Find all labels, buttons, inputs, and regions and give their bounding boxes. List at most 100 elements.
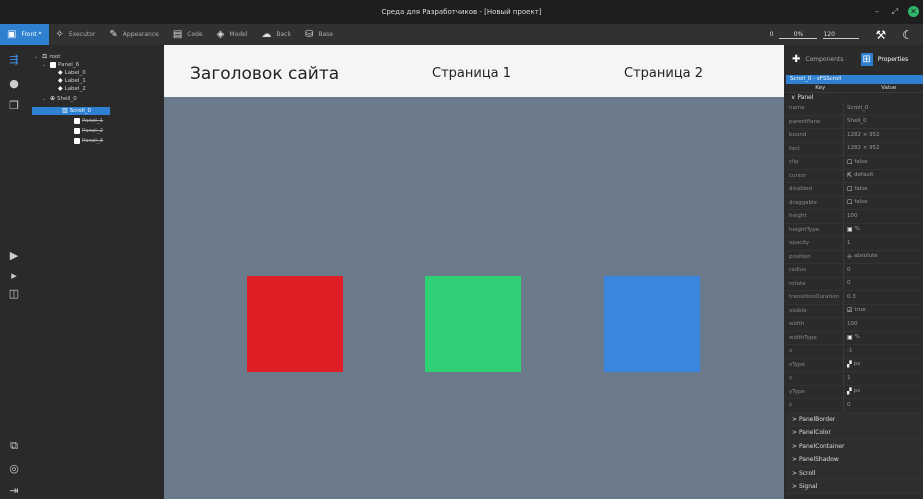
property-row[interactable]: transitionDuration 0.3 bbox=[786, 291, 923, 305]
property-row[interactable]: heightType ▣% bbox=[786, 223, 923, 237]
property-row[interactable]: position ⊹ absolute bbox=[786, 250, 923, 264]
site-header[interactable]: Заголовок сайта Страница 1 Страница 2 bbox=[164, 45, 784, 97]
property-value[interactable]: 0 bbox=[844, 278, 923, 291]
property-row[interactable]: yType ▞ px bbox=[786, 385, 923, 399]
nav-link-page-2[interactable]: Страница 2 bbox=[624, 66, 703, 81]
property-row[interactable]: disabled ☐ false bbox=[786, 183, 923, 197]
root-icon: ⚖ bbox=[42, 53, 48, 60]
red-panel[interactable] bbox=[247, 276, 343, 372]
tree-node-scroll-0[interactable]: ⌄ ▥ Scroll_0 bbox=[32, 107, 110, 115]
property-row[interactable]: fact 1282 × 952 bbox=[786, 142, 923, 156]
property-value-icon: ▣ bbox=[847, 226, 853, 233]
property-row[interactable]: widthType ▣% bbox=[786, 331, 923, 345]
property-row[interactable]: height 100 bbox=[786, 210, 923, 224]
tree-node-shell-0[interactable]: ⌄ ⊕ Shell_0 bbox=[42, 95, 77, 103]
property-value[interactable]: ⇱ default bbox=[844, 170, 923, 183]
property-value[interactable]: 1282 × 952 bbox=[844, 143, 923, 156]
zoom-max-field[interactable]: 120 bbox=[823, 31, 860, 39]
tab-executor[interactable]: ✧ Executor bbox=[49, 24, 103, 45]
property-value[interactable]: ☑ true bbox=[844, 305, 923, 318]
maximize-icon[interactable]: ⤢ bbox=[890, 7, 900, 17]
property-value[interactable]: Scroll_0 bbox=[844, 102, 923, 115]
play-step-icon[interactable]: ▸ bbox=[8, 270, 20, 282]
tree-node-label-2[interactable]: ◆ Label_2 bbox=[58, 85, 86, 93]
property-row[interactable]: bound 1282 × 952 bbox=[786, 129, 923, 143]
section-panelcolor[interactable]: > PanelColor bbox=[786, 426, 923, 440]
tab-properties[interactable]: ⊞ Properties bbox=[855, 45, 923, 73]
tab-components[interactable]: ✚ Components bbox=[786, 45, 855, 73]
property-row[interactable]: clip ☐ false bbox=[786, 156, 923, 170]
property-value[interactable]: 1 bbox=[844, 372, 923, 385]
tree-node-panel-1[interactable]: Panel_1 bbox=[74, 117, 103, 125]
user-icon[interactable]: ● bbox=[8, 78, 20, 90]
property-value[interactable]: ▞ px bbox=[844, 359, 923, 372]
tree-view-icon[interactable]: ⇶ bbox=[8, 54, 20, 66]
property-value[interactable]: Shell_0 bbox=[844, 116, 923, 129]
section-panelshadow[interactable]: > PanelShadow bbox=[786, 453, 923, 467]
property-value[interactable]: ☐ false bbox=[844, 183, 923, 196]
tab-code[interactable]: ▤ Code bbox=[166, 24, 210, 45]
property-row[interactable]: z0 bbox=[786, 399, 923, 413]
property-row[interactable]: y1 bbox=[786, 372, 923, 386]
exit-icon[interactable]: ⇥ bbox=[8, 485, 20, 497]
blue-panel[interactable] bbox=[604, 276, 700, 372]
property-value[interactable]: ▞ px bbox=[844, 386, 923, 399]
tree-node-label-1[interactable]: ◆ Label_1 bbox=[58, 77, 86, 85]
property-row[interactable]: name Scroll_0 bbox=[786, 102, 923, 116]
property-row[interactable]: radius 0 bbox=[786, 264, 923, 278]
tab-appearance[interactable]: ✎ Appearance bbox=[102, 24, 165, 45]
tab-base[interactable]: ⛁ Base bbox=[298, 24, 340, 45]
tree-node-label-0[interactable]: ◆ Label_0 bbox=[58, 69, 86, 77]
tree-node-root[interactable]: ⌄ ⚖ root bbox=[34, 53, 60, 61]
tab-back[interactable]: ☁ Back bbox=[254, 24, 298, 45]
property-row[interactable]: x -1 bbox=[786, 345, 923, 359]
zoom-slider[interactable]: 0% bbox=[779, 31, 818, 39]
moon-icon[interactable]: ☾ bbox=[902, 28, 913, 42]
property-row[interactable]: parentPane Shell_0 bbox=[786, 115, 923, 129]
property-value[interactable]: ☐ false bbox=[844, 156, 923, 169]
property-value[interactable]: 1282 × 952 bbox=[844, 129, 923, 142]
section-signal[interactable]: > Signal bbox=[786, 480, 923, 494]
property-row[interactable]: xType ▞ px bbox=[786, 358, 923, 372]
play-icon[interactable]: ▶ bbox=[8, 250, 20, 262]
copy-icon[interactable]: ❐ bbox=[8, 100, 20, 112]
section-panelcontainer[interactable]: > PanelContainer bbox=[786, 439, 923, 453]
property-value[interactable]: 1 bbox=[844, 237, 923, 250]
site-title[interactable]: Заголовок сайта bbox=[190, 64, 339, 84]
eye-icon[interactable]: ◎ bbox=[8, 463, 20, 475]
property-row[interactable]: cursor ⇱ default bbox=[786, 169, 923, 183]
design-canvas[interactable]: Заголовок сайта Страница 1 Страница 2 bbox=[164, 45, 784, 499]
nav-link-page-1[interactable]: Страница 1 bbox=[432, 66, 511, 81]
property-row[interactable]: draggable ☐ false bbox=[786, 196, 923, 210]
tools-icon[interactable]: ⚒ bbox=[875, 28, 886, 42]
property-key: x bbox=[786, 345, 844, 358]
tab-model[interactable]: ◈ Model bbox=[210, 24, 255, 45]
property-value-text: Scroll_0 bbox=[847, 104, 869, 111]
property-row[interactable]: visible ☑ true bbox=[786, 304, 923, 318]
property-value[interactable]: ▣% bbox=[844, 332, 923, 345]
property-value[interactable]: 100 bbox=[844, 210, 923, 223]
property-value[interactable]: ▣% bbox=[844, 224, 923, 237]
minimize-icon[interactable]: – bbox=[872, 7, 882, 17]
green-panel[interactable] bbox=[425, 276, 521, 372]
property-value[interactable]: 0 bbox=[844, 264, 923, 277]
tree-node-panel-3[interactable]: Panel_3 bbox=[74, 137, 103, 145]
tab-front[interactable]: ▣ Front * bbox=[0, 24, 49, 45]
tree-node-panel-2[interactable]: Panel_2 bbox=[74, 127, 103, 135]
property-value[interactable]: 0 bbox=[844, 399, 923, 412]
close-icon[interactable]: ✕ bbox=[908, 6, 919, 17]
property-value[interactable]: -1 bbox=[844, 345, 923, 358]
group-panel[interactable]: ∨ Panel bbox=[786, 92, 923, 102]
property-row[interactable]: opacity 1 bbox=[786, 237, 923, 251]
property-row[interactable]: rotate 0 bbox=[786, 277, 923, 291]
export-icon[interactable]: ⧉ bbox=[8, 440, 20, 452]
window-icon[interactable]: ◫ bbox=[8, 288, 20, 300]
property-value[interactable]: 100 bbox=[844, 318, 923, 331]
property-row[interactable]: width 100 bbox=[786, 318, 923, 332]
property-value[interactable]: ⊹ absolute bbox=[844, 251, 923, 264]
property-value[interactable]: ☐ false bbox=[844, 197, 923, 210]
section-panelborder[interactable]: > PanelBorder bbox=[786, 412, 923, 426]
tree-node-panel-6[interactable]: ⌄ Panel_6 bbox=[42, 61, 79, 69]
section-scroll[interactable]: > Scroll bbox=[786, 466, 923, 480]
property-value[interactable]: 0.3 bbox=[844, 291, 923, 304]
